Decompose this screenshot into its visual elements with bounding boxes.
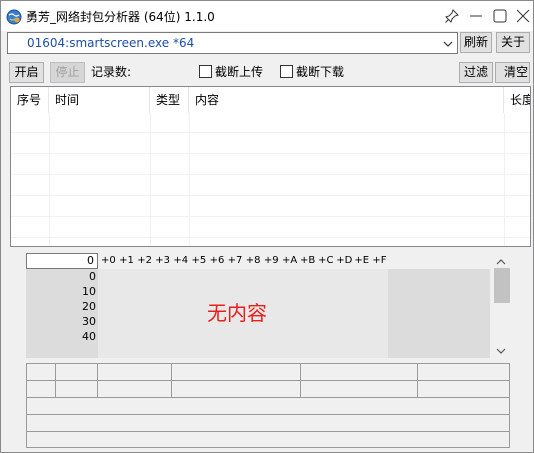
window-title: 勇芳_网络封包分析器 (64位) 1.1.0 bbox=[26, 10, 215, 24]
hex-col-6: +6 bbox=[209, 255, 225, 266]
hex-column-headers: +0 +1 +2 +3 +4 +5 +6 +7 +8 +9 +A +B +C +D +E +F bbox=[101, 254, 391, 268]
process-select[interactable]: 01604:smartscreen.exe *64 bbox=[7, 32, 458, 54]
cut-upload-label[interactable]: 截断上传 bbox=[215, 64, 263, 80]
cut-download-label[interactable]: 截断下载 bbox=[296, 64, 344, 80]
main-window: 勇芳_网络封包分析器 (64位) 1.1.0 01604:smartscreen… bbox=[0, 0, 534, 453]
detail-grid[interactable] bbox=[26, 363, 510, 448]
start-button[interactable]: 开启 bbox=[9, 62, 44, 83]
clear-button[interactable]: 清空 bbox=[495, 62, 530, 83]
hex-col-9: +9 bbox=[263, 255, 279, 266]
filter-button[interactable]: 过滤 bbox=[459, 62, 493, 83]
hex-col-3: +3 bbox=[155, 255, 171, 266]
hex-row-offset: 10 bbox=[82, 285, 96, 298]
empty-content-message: 无内容 bbox=[207, 301, 267, 325]
hex-col-f: +F bbox=[372, 255, 387, 266]
packet-list-header: 序号 时间 类型 内容 长度 bbox=[11, 87, 530, 113]
packet-list[interactable]: 序号 时间 类型 内容 长度 bbox=[10, 86, 531, 247]
column-header-type[interactable]: 类型 bbox=[150, 87, 189, 113]
hex-col-7: +7 bbox=[227, 255, 243, 266]
hex-col-d: +D bbox=[336, 255, 353, 266]
about-button[interactable]: 关于 bbox=[496, 32, 530, 53]
hex-row-offset: 40 bbox=[82, 330, 96, 343]
hex-row-offset: 20 bbox=[82, 300, 96, 313]
scroll-thumb[interactable] bbox=[494, 268, 510, 303]
hex-col-e: +E bbox=[354, 255, 370, 266]
refresh-button[interactable]: 刷新 bbox=[460, 32, 492, 53]
stop-button[interactable]: 停止 bbox=[50, 62, 85, 83]
hex-offset-input[interactable]: 0 bbox=[26, 253, 98, 269]
chevron-down-icon[interactable] bbox=[442, 38, 454, 48]
column-header-length[interactable]: 长度 bbox=[504, 87, 530, 113]
app-globe-icon bbox=[6, 9, 22, 25]
hex-row-offsets: 0 10 20 30 40 bbox=[26, 269, 98, 358]
hex-col-b: +B bbox=[300, 255, 316, 266]
title-bar[interactable]: 勇芳_网络封包分析器 (64位) 1.1.0 bbox=[1, 1, 533, 31]
record-count-label: 记录数: bbox=[91, 65, 132, 79]
close-icon[interactable] bbox=[513, 6, 533, 26]
hex-col-a: +A bbox=[281, 255, 298, 266]
list-row bbox=[11, 176, 530, 196]
list-row bbox=[11, 113, 530, 133]
scroll-up-icon[interactable] bbox=[496, 255, 506, 269]
hex-row-offset: 30 bbox=[82, 315, 96, 328]
hex-col-1: +1 bbox=[119, 255, 134, 266]
list-row bbox=[11, 197, 530, 217]
column-header-time[interactable]: 时间 bbox=[49, 87, 150, 113]
list-row bbox=[11, 134, 530, 154]
hex-col-5: +5 bbox=[191, 255, 207, 266]
hex-view[interactable]: 0 +0 +1 +2 +3 +4 +5 +6 +7 +8 +9 +A +B +C +D +E +F 0 10 … bbox=[26, 252, 514, 358]
hex-ascii-area[interactable] bbox=[388, 269, 490, 358]
pin-icon[interactable] bbox=[442, 6, 462, 26]
process-select-value: 01604:smartscreen.exe *64 bbox=[27, 36, 195, 50]
hex-col-2: +2 bbox=[137, 255, 152, 266]
column-header-content[interactable]: 内容 bbox=[189, 87, 504, 113]
cut-upload-checkbox[interactable] bbox=[199, 65, 212, 78]
hex-col-8: +8 bbox=[245, 255, 261, 266]
maximize-icon[interactable] bbox=[490, 6, 510, 26]
column-header-index[interactable]: 序号 bbox=[11, 87, 49, 113]
scroll-down-icon[interactable] bbox=[496, 344, 506, 358]
hex-col-4: +4 bbox=[173, 255, 189, 266]
hex-col-0: +0 bbox=[101, 255, 116, 266]
minimize-icon[interactable] bbox=[466, 6, 486, 26]
hex-row-offset: 0 bbox=[89, 270, 96, 283]
list-row bbox=[11, 218, 530, 238]
cut-download-checkbox[interactable] bbox=[280, 65, 293, 78]
hex-scrollbar[interactable] bbox=[492, 252, 511, 358]
hex-col-c: +C bbox=[318, 255, 334, 266]
list-row bbox=[11, 155, 530, 175]
